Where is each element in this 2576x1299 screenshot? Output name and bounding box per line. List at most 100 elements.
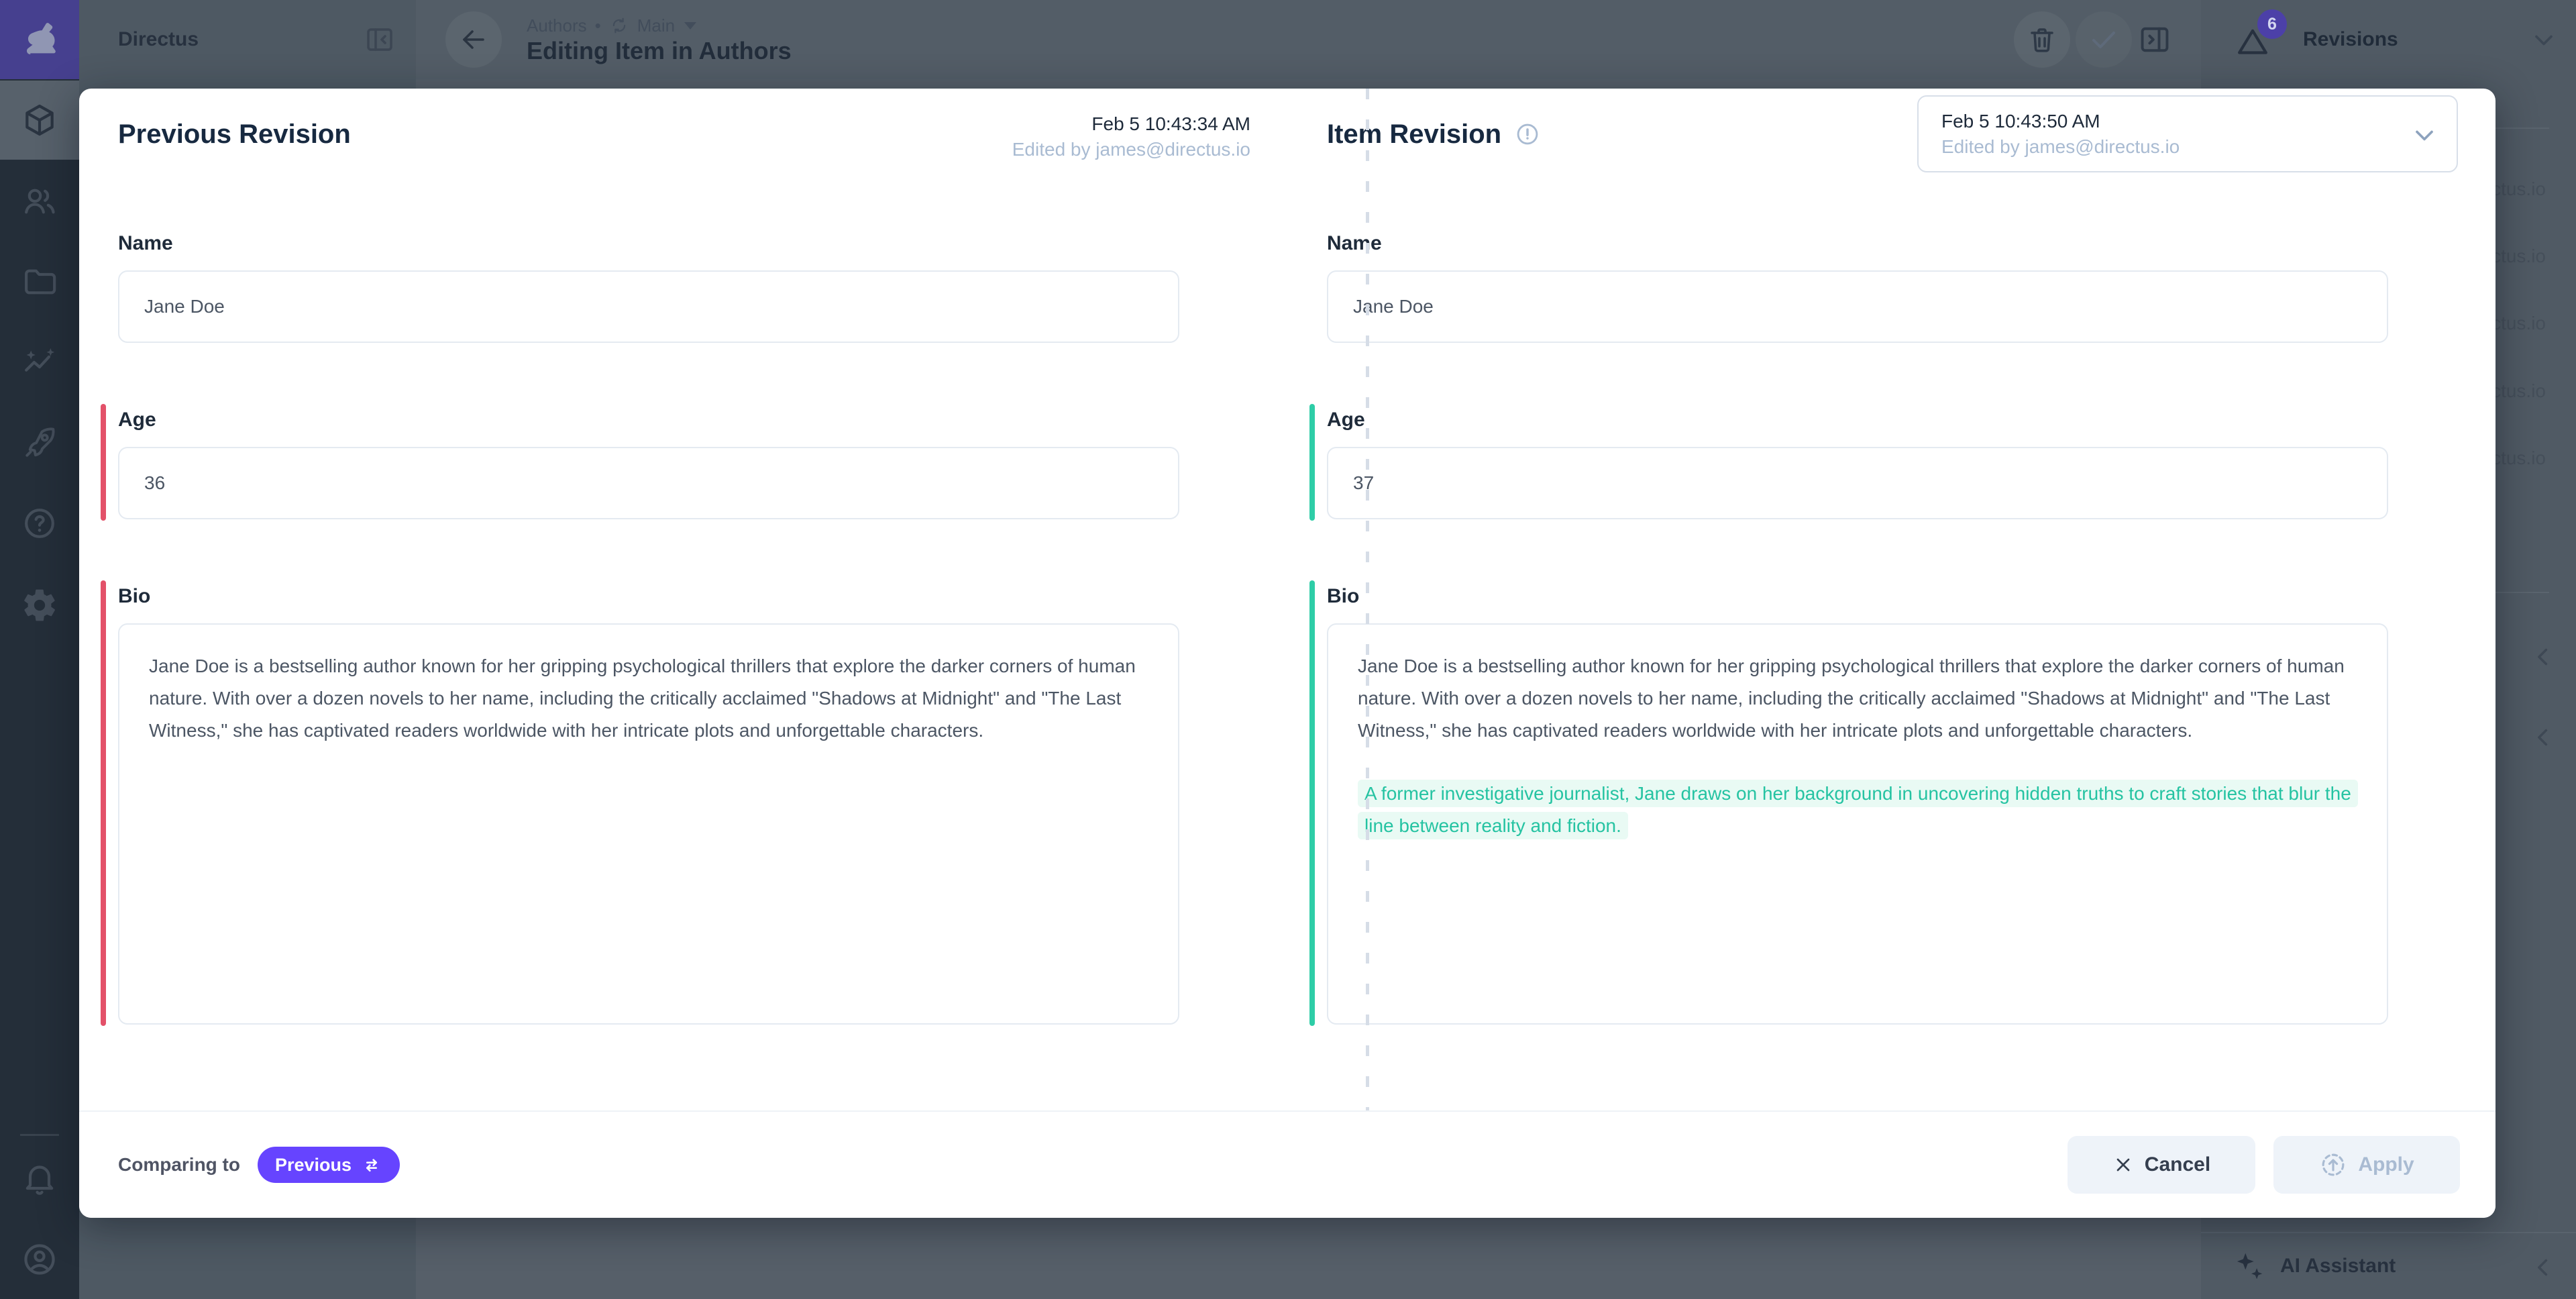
module-item-settings[interactable] bbox=[0, 566, 79, 645]
gear-icon bbox=[21, 586, 58, 624]
cancel-button-label: Cancel bbox=[2145, 1153, 2210, 1176]
chevron-left-icon[interactable] bbox=[2529, 1253, 2557, 1282]
name-input: Jane Doe bbox=[118, 270, 1179, 343]
chevron-down-icon bbox=[2410, 121, 2439, 150]
item-revision-pane: Item Revision Feb 5 10:43:50 AM Edited b… bbox=[1287, 89, 2496, 1110]
breadcrumb[interactable]: Authors • Main bbox=[527, 15, 696, 36]
back-button[interactable] bbox=[445, 11, 502, 68]
sparkles-icon bbox=[2232, 1249, 2268, 1286]
name-input: Jane Doe bbox=[1327, 270, 2388, 343]
version-sync-icon bbox=[609, 15, 629, 36]
added-change-bar bbox=[1309, 404, 1315, 521]
collapse-right-sidebar-icon[interactable] bbox=[2137, 22, 2172, 57]
previous-revision-fields: Name Jane Doe Age 36 Bio Jane Doe is a b… bbox=[118, 231, 1179, 1025]
avatar-icon bbox=[21, 1241, 58, 1278]
field-bio-label: Bio bbox=[1327, 584, 2388, 609]
module-bar-divider bbox=[20, 1134, 59, 1136]
top-bar: Authors • Main Editing Item in Authors bbox=[416, 0, 2201, 79]
chevron-left-icon[interactable] bbox=[2529, 723, 2557, 751]
item-revision-fields: Name Jane Doe Age 37 Bio Jane Doe is a b… bbox=[1327, 231, 2388, 1025]
module-item-insights[interactable] bbox=[0, 323, 79, 402]
compare-target-chip[interactable]: Previous bbox=[258, 1147, 400, 1183]
revisions-header[interactable]: 6 Revisions bbox=[2201, 0, 2576, 79]
revision-selector-timestamp: Feb 5 10:43:50 AM bbox=[1941, 109, 2410, 134]
age-input: 36 bbox=[118, 447, 1179, 519]
removed-change-bar bbox=[101, 580, 106, 1026]
delete-item-button[interactable] bbox=[2014, 11, 2070, 68]
field-age: Age 36 bbox=[118, 408, 1179, 519]
revision-selector[interactable]: Feb 5 10:43:50 AM Edited by james@direct… bbox=[1917, 95, 2458, 172]
revisions-label: Revisions bbox=[2303, 0, 2398, 79]
screen: Directus Authors • Main Editing Item in … bbox=[0, 0, 2576, 1299]
publish-arrow-icon bbox=[2319, 1151, 2347, 1179]
compare-target-label: Previous bbox=[275, 1155, 352, 1176]
field-name-label: Name bbox=[118, 231, 1179, 256]
module-item-help[interactable] bbox=[0, 484, 79, 563]
page-title: Editing Item in Authors bbox=[527, 36, 792, 66]
save-item-button[interactable] bbox=[2076, 11, 2132, 68]
field-age: Age 37 bbox=[1327, 408, 2388, 519]
module-item-marketplace[interactable] bbox=[0, 403, 79, 482]
field-name: Name Jane Doe bbox=[1327, 231, 2388, 343]
breadcrumb-version[interactable]: Main bbox=[637, 15, 675, 36]
field-bio-label: Bio bbox=[118, 584, 1179, 609]
previous-revision-title: Previous Revision bbox=[118, 118, 351, 150]
cube-icon bbox=[21, 101, 58, 139]
bio-added-paragraph: A former investigative journalist, Jane … bbox=[1358, 778, 2357, 842]
bio-textarea: Jane Doe is a bestselling author known f… bbox=[1327, 623, 2388, 1025]
rocket-icon bbox=[21, 424, 58, 462]
previous-revision-pane: Previous Revision Feb 5 10:43:34 AM Edit… bbox=[79, 89, 1287, 1110]
added-text: A former investigative journalist, Jane … bbox=[1358, 780, 2358, 839]
revision-compare-modal: Previous Revision Feb 5 10:43:34 AM Edit… bbox=[79, 89, 2496, 1218]
breadcrumb-separator: • bbox=[595, 15, 601, 36]
ai-assistant-row[interactable]: AI Assistant bbox=[2201, 1232, 2576, 1299]
users-icon bbox=[21, 183, 58, 220]
module-item-files[interactable] bbox=[0, 242, 79, 321]
previous-revision-header: Previous Revision Feb 5 10:43:34 AM Edit… bbox=[118, 111, 1250, 189]
previous-revision-meta: Feb 5 10:43:34 AM Edited by james@direct… bbox=[1012, 111, 1250, 162]
field-bio: Bio Jane Doe is a bestselling author kno… bbox=[1327, 584, 2388, 1025]
revision-selector-edited-by: Edited by james@directus.io bbox=[1941, 134, 2410, 160]
chevron-down-icon[interactable] bbox=[2529, 25, 2559, 55]
cancel-button[interactable]: Cancel bbox=[2068, 1136, 2255, 1194]
removed-change-bar bbox=[101, 404, 106, 521]
module-item-users[interactable] bbox=[0, 162, 79, 241]
field-name-label: Name bbox=[1327, 231, 2388, 256]
field-age-label: Age bbox=[1327, 408, 2388, 432]
collapse-nav-icon[interactable] bbox=[364, 23, 396, 56]
field-bio: Bio Jane Doe is a bestselling author kno… bbox=[118, 584, 1179, 1025]
apply-button[interactable]: Apply bbox=[2273, 1136, 2460, 1194]
nav-header: Directus bbox=[79, 0, 416, 79]
previous-revision-edited-by: Edited by james@directus.io bbox=[1012, 137, 1250, 162]
modal-footer: Comparing to Previous Cancel Apply bbox=[79, 1110, 2496, 1218]
check-icon bbox=[2088, 23, 2120, 56]
apply-button-label: Apply bbox=[2358, 1153, 2414, 1176]
item-revision-header: Item Revision Feb 5 10:43:50 AM Edited b… bbox=[1327, 111, 2458, 189]
info-icon[interactable] bbox=[1515, 121, 1540, 147]
trash-icon bbox=[2026, 23, 2058, 56]
pane-divider bbox=[1366, 89, 1369, 1110]
age-input: 37 bbox=[1327, 447, 2388, 519]
field-age-label: Age bbox=[118, 408, 1179, 432]
insights-icon bbox=[21, 344, 58, 381]
item-revision-title: Item Revision bbox=[1327, 118, 1501, 150]
swap-icon bbox=[361, 1154, 382, 1176]
user-avatar-button[interactable] bbox=[0, 1220, 79, 1299]
module-item-content[interactable] bbox=[0, 81, 79, 160]
arrow-left-icon bbox=[458, 23, 490, 56]
chevron-down-icon bbox=[684, 22, 696, 30]
notifications-button[interactable] bbox=[0, 1139, 79, 1218]
breadcrumb-collection[interactable]: Authors bbox=[527, 15, 587, 36]
chevron-left-icon[interactable] bbox=[2529, 643, 2557, 671]
directus-logo[interactable] bbox=[0, 0, 79, 79]
help-icon bbox=[21, 505, 58, 542]
bio-textarea: Jane Doe is a bestselling author known f… bbox=[118, 623, 1179, 1025]
folder-icon bbox=[21, 263, 58, 301]
close-icon bbox=[2112, 1154, 2134, 1176]
revisions-count-badge: 6 bbox=[2257, 9, 2287, 39]
bell-icon bbox=[21, 1160, 58, 1198]
bio-paragraph: Jane Doe is a bestselling author known f… bbox=[1358, 650, 2357, 747]
bio-paragraph: Jane Doe is a bestselling author known f… bbox=[149, 650, 1148, 747]
previous-revision-timestamp: Feb 5 10:43:34 AM bbox=[1012, 111, 1250, 137]
rabbit-logo-icon bbox=[17, 17, 62, 62]
